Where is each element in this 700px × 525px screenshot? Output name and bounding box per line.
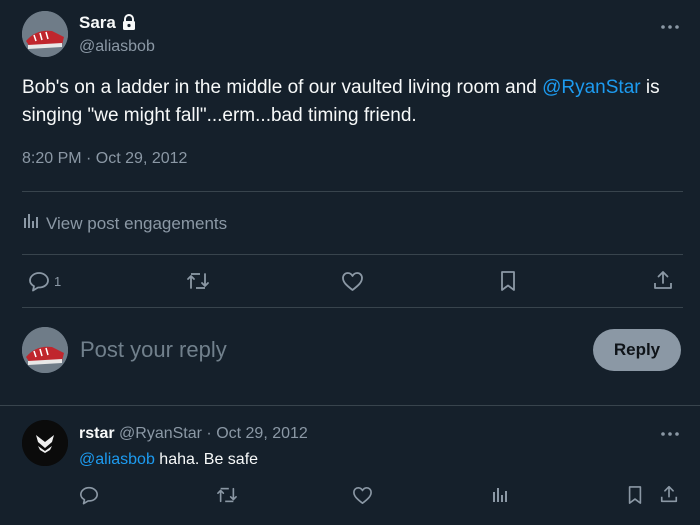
divider-1	[22, 191, 683, 192]
post-timestamp[interactable]: 8:20 PM · Oct 29, 2012	[22, 150, 187, 168]
post-text: Bob's on a ladder in the middle of our v…	[22, 74, 687, 130]
reply-mention-link[interactable]: @aliasbob	[79, 451, 155, 468]
view-engagements-link[interactable]: View post engagements	[22, 212, 227, 235]
divider-3	[22, 307, 683, 308]
divider-2	[22, 254, 683, 255]
reply-action-button[interactable]: 1	[28, 270, 61, 292]
bookmark-icon[interactable]	[498, 270, 518, 292]
author-name-text[interactable]: Sara	[79, 13, 116, 32]
like-icon[interactable]	[341, 271, 364, 292]
composer-avatar	[22, 327, 68, 373]
reply-text: @aliasbob haha. Be safe	[79, 451, 258, 469]
reply-repost-icon[interactable]	[216, 485, 238, 505]
lock-icon	[121, 14, 137, 36]
divider-4	[0, 405, 700, 406]
author-avatar[interactable]	[22, 11, 68, 57]
reply-reply-icon[interactable]	[79, 485, 99, 505]
reply-text-body: haha. Be safe	[154, 451, 259, 468]
view-engagements-label[interactable]: View post engagements	[46, 214, 227, 234]
reply-input[interactable]: Post your reply	[80, 337, 560, 363]
more-icon[interactable]	[660, 19, 680, 35]
reply-icon	[28, 270, 50, 292]
author-handle[interactable]: @aliasbob	[79, 38, 155, 56]
reply-like-icon[interactable]	[352, 486, 373, 505]
reply-share-icon[interactable]	[659, 484, 679, 504]
reply-date[interactable]: · Oct 29, 2012	[206, 425, 307, 442]
analytics-icon	[22, 212, 40, 235]
reply-count: 1	[54, 273, 62, 289]
post-mention-link[interactable]: @RyanStar	[542, 77, 641, 98]
post-text-before: Bob's on a ladder in the middle of our v…	[22, 77, 543, 98]
reply-button[interactable]: Reply	[593, 329, 681, 371]
reply-analytics-icon[interactable]	[491, 486, 509, 504]
reply-header: rstar @RyanStar · Oct 29, 2012	[79, 425, 308, 443]
reply-author-handle[interactable]: @RyanStar	[119, 425, 202, 442]
share-icon[interactable]	[652, 269, 674, 291]
reply-more-icon[interactable]	[660, 426, 680, 442]
reply-bookmark-icon[interactable]	[626, 485, 644, 505]
reply-author-name[interactable]: rstar	[79, 425, 115, 442]
repost-icon[interactable]	[186, 270, 210, 292]
author-name[interactable]: Sara	[79, 13, 116, 33]
reply-author-avatar[interactable]	[22, 420, 68, 466]
